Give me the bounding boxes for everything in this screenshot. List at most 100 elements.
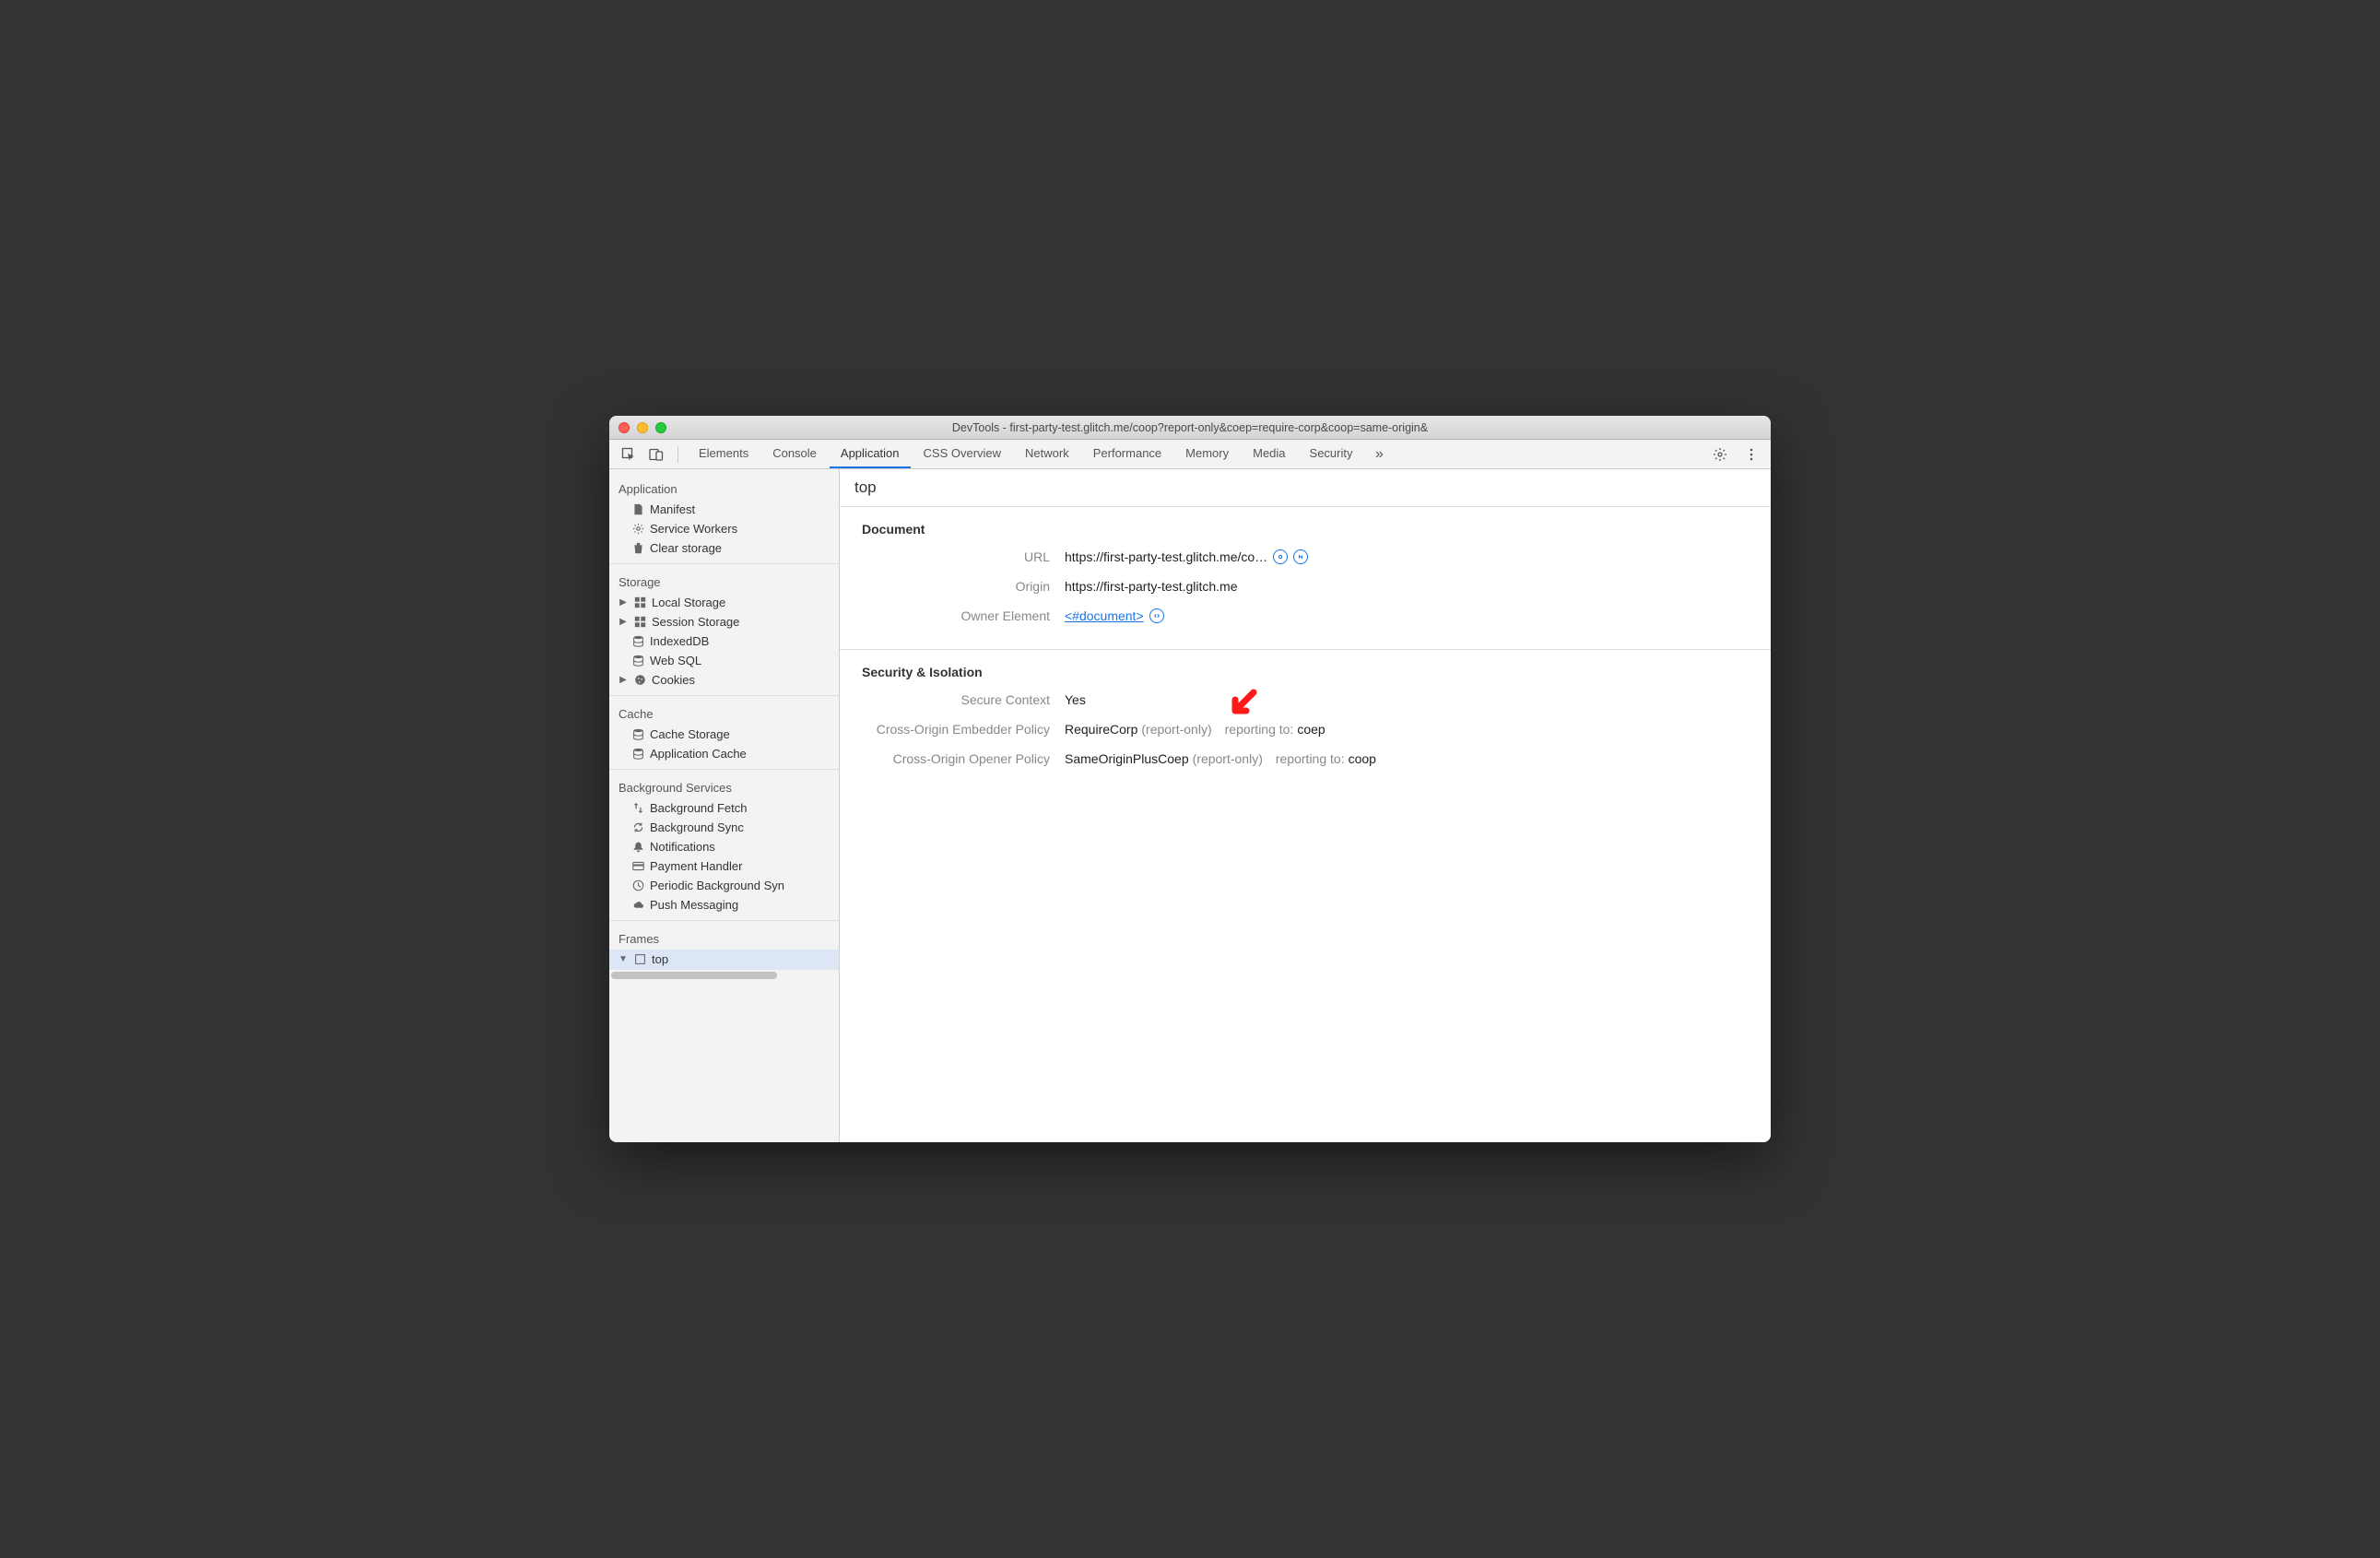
- sidebar-item-label: Application Cache: [650, 747, 747, 761]
- kv-row: Secure ContextYes: [862, 692, 1749, 707]
- sidebar-item-notifications[interactable]: Notifications: [609, 837, 839, 856]
- tab-performance[interactable]: Performance: [1082, 440, 1172, 468]
- inspect-element-icon[interactable]: [617, 443, 641, 466]
- tab-css-overview[interactable]: CSS Overview: [913, 440, 1013, 468]
- sidebar-item-session-storage[interactable]: ▶ Session Storage: [609, 612, 839, 631]
- owner-element-link[interactable]: <#document>: [1065, 608, 1144, 623]
- sidebar-separator: [609, 695, 839, 696]
- bell-icon: [631, 841, 644, 854]
- kv-value: Yes: [1065, 692, 1086, 707]
- reveal-in-elements-icon[interactable]: [1149, 608, 1164, 623]
- kebab-menu-icon[interactable]: [1739, 443, 1763, 466]
- sidebar-item-payment-handler[interactable]: Payment Handler: [609, 856, 839, 876]
- kv-key: Origin: [862, 579, 1065, 594]
- minimize-window-button[interactable]: [637, 422, 648, 433]
- sidebar-item-web-sql[interactable]: Web SQL: [609, 651, 839, 670]
- sidebar-item-label: Background Fetch: [650, 801, 748, 815]
- sidebar-group-title: Storage: [609, 570, 839, 593]
- sidebar-item-indexeddb[interactable]: IndexedDB: [609, 631, 839, 651]
- section-document: DocumentURLhttps://first-party-test.glit…: [840, 507, 1771, 642]
- main-panel: topDocumentURLhttps://first-party-test.g…: [840, 469, 1771, 1142]
- kv-value: <#document>: [1065, 608, 1164, 623]
- section-security-isolation: Security & Isolation Secure ContextYes Cro…: [840, 650, 1771, 785]
- settings-icon[interactable]: [1708, 443, 1732, 466]
- db-icon: [631, 748, 644, 761]
- window-title: DevTools - first-party-test.glitch.me/co…: [609, 421, 1771, 434]
- db-icon: [631, 655, 644, 667]
- sidebar-item-push-messaging[interactable]: Push Messaging: [609, 895, 839, 915]
- sidebar: ApplicationManifestService WorkersClear …: [609, 469, 840, 1142]
- section-title: Document: [862, 522, 1749, 537]
- section-title: Security & Isolation: [862, 665, 1749, 679]
- kv-row: Originhttps://first-party-test.glitch.me: [862, 579, 1749, 594]
- kv-row: Owner Element<#document>: [862, 608, 1749, 623]
- sidebar-item-local-storage[interactable]: ▶Local Storage: [609, 593, 839, 612]
- reporting-to: coop: [1349, 751, 1376, 766]
- sidebar-item-label: Periodic Background Syn: [650, 879, 784, 892]
- gear-icon: [631, 523, 644, 536]
- chevron-right-icon: ▶: [619, 597, 628, 608]
- tab-network[interactable]: Network: [1014, 440, 1080, 468]
- chevron-right-icon: ▶: [619, 617, 628, 627]
- sidebar-item-cookies[interactable]: ▶ Cookies: [609, 670, 839, 690]
- tab-application[interactable]: Application: [830, 440, 911, 468]
- close-window-button[interactable]: [619, 422, 630, 433]
- sidebar-item-periodic-background-syn[interactable]: Periodic Background Syn: [609, 876, 839, 895]
- sidebar-item-top[interactable]: ▼top: [609, 950, 839, 969]
- kv-key: Owner Element: [862, 608, 1065, 623]
- maximize-window-button[interactable]: [655, 422, 666, 433]
- traffic-lights: [619, 422, 666, 433]
- tab-elements[interactable]: Elements: [688, 440, 760, 468]
- grid-icon: [633, 596, 646, 609]
- db-icon: [631, 728, 644, 741]
- sidebar-item-cache-storage[interactable]: Cache Storage: [609, 725, 839, 744]
- sidebar-item-clear-storage[interactable]: Clear storage: [609, 538, 839, 558]
- db-icon: [631, 635, 644, 648]
- sidebar-item-manifest[interactable]: Manifest: [609, 500, 839, 519]
- sidebar-item-label: Web SQL: [650, 654, 701, 667]
- kv-value: https://first-party-test.glitch.me: [1065, 579, 1238, 594]
- chevron-right-icon: ▶: [619, 675, 628, 685]
- copy-url-icon[interactable]: [1273, 549, 1288, 564]
- tab-security[interactable]: Security: [1299, 440, 1364, 468]
- trash-icon: [631, 542, 644, 555]
- sidebar-group-title: Application: [609, 477, 839, 500]
- device-toolbar-icon[interactable]: [644, 443, 668, 466]
- sidebar-item-label: Push Messaging: [650, 898, 738, 912]
- tab-memory[interactable]: Memory: [1174, 440, 1240, 468]
- fetch-icon: [631, 802, 644, 815]
- sidebar-item-background-sync[interactable]: Background Sync: [609, 818, 839, 837]
- sidebar-horizontal-scrollbar[interactable]: [609, 969, 839, 980]
- sidebar-item-background-fetch[interactable]: Background Fetch: [609, 798, 839, 818]
- cloud-icon: [631, 899, 644, 912]
- sidebar-separator: [609, 563, 839, 564]
- value-text: Yes: [1065, 692, 1086, 707]
- card-icon: [631, 860, 644, 873]
- kv-row: Cross-Origin Embedder PolicyRequireCorp …: [862, 722, 1749, 737]
- reporting-label: reporting to:: [1276, 751, 1345, 766]
- file-icon: [631, 503, 644, 516]
- tab-media[interactable]: Media: [1242, 440, 1296, 468]
- sidebar-item-application-cache[interactable]: Application Cache: [609, 744, 839, 763]
- toolbar: ElementsConsoleApplicationCSS OverviewNe…: [609, 440, 1771, 469]
- sidebar-item-label: Cookies: [652, 673, 695, 687]
- kv-value: RequireCorp (report-only)reporting to: c…: [1065, 722, 1325, 737]
- sidebar-item-label: Notifications: [650, 840, 715, 854]
- sidebar-separator: [609, 769, 839, 770]
- more-tabs-icon[interactable]: »: [1368, 443, 1392, 466]
- url-text: https://first-party-test.glitch.me/co…: [1065, 549, 1267, 564]
- content: ApplicationManifestService WorkersClear …: [609, 469, 1771, 1142]
- cookie-icon: [633, 674, 646, 687]
- sidebar-group-title: Frames: [609, 927, 839, 950]
- tab-console[interactable]: Console: [761, 440, 828, 468]
- main-header: top: [840, 469, 1771, 507]
- sync-icon: [631, 821, 644, 834]
- reporting-label: reporting to:: [1225, 722, 1294, 737]
- frame-icon: [633, 953, 646, 966]
- sidebar-item-label: Session Storage: [652, 615, 739, 629]
- sidebar-group-title: Cache: [609, 702, 839, 725]
- reveal-in-network-icon[interactable]: [1293, 549, 1308, 564]
- sidebar-item-label: IndexedDB: [650, 634, 709, 648]
- kv-key: Cross-Origin Opener Policy: [862, 751, 1065, 766]
- sidebar-item-service-workers[interactable]: Service Workers: [609, 519, 839, 538]
